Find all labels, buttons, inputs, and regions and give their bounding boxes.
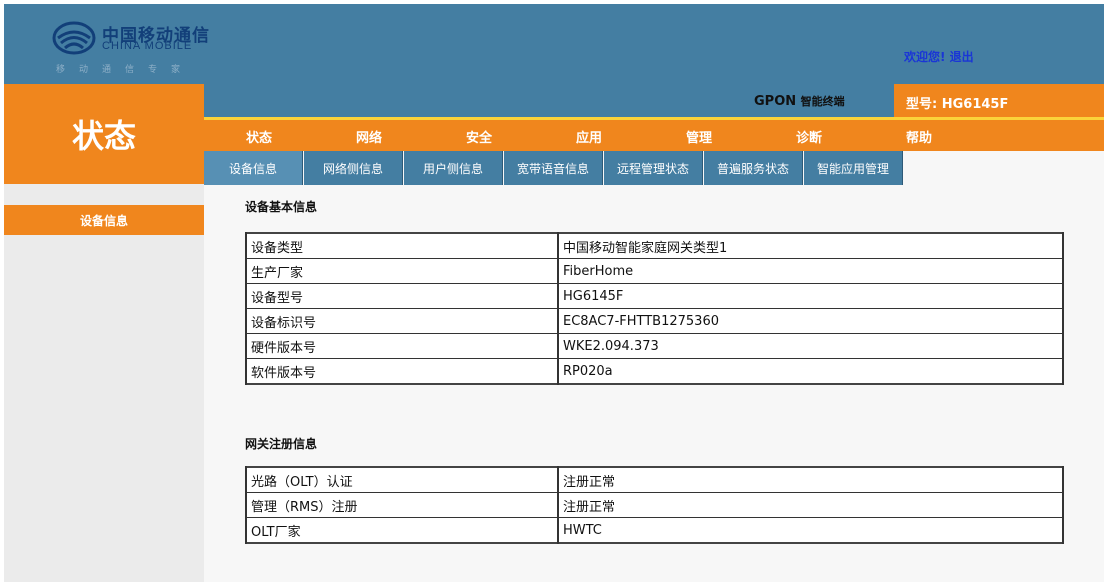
subtab-user-side-info[interactable]: 用户侧信息: [404, 151, 503, 185]
subtab-remote-management-status[interactable]: 远程管理状态: [604, 151, 703, 185]
gpon-suffix: 智能终端: [800, 95, 845, 108]
device-model-value: HG6145F: [557, 283, 1064, 309]
device-model-label: 设备型号: [245, 283, 559, 309]
device-info-table: 设备类型 中国移动智能家庭网关类型1 生产厂家 FiberHome 设备型号 HG61…: [245, 232, 1064, 385]
nav-management[interactable]: 管理: [644, 127, 754, 146]
rms-registration-value: 注册正常: [557, 492, 1064, 518]
olt-vendor-label: OLT厂家: [245, 517, 559, 544]
model-label: 型号:: [906, 97, 938, 112]
table-row: 生产厂家 FiberHome: [245, 258, 1064, 284]
welcome-text: 欢迎您!: [904, 50, 946, 64]
china-mobile-logo: 中国移动通信 CHINA MOBILE 移动通信专家: [52, 18, 222, 78]
logo-slogan: 移动通信专家: [56, 65, 195, 75]
olt-auth-label: 光路（OLT）认证: [245, 466, 559, 493]
device-type-value: 中国移动智能家庭网关类型1: [557, 232, 1064, 259]
manufacturer-label: 生产厂家: [245, 258, 559, 284]
subtab-smart-app-management[interactable]: 智能应用管理: [804, 151, 903, 185]
manufacturer-value: FiberHome: [557, 258, 1064, 284]
main-content: 设备基本信息 设备类型 中国移动智能家庭网关类型1 生产厂家 FiberHome 设…: [204, 185, 1104, 582]
logout-link[interactable]: 退出: [950, 50, 974, 64]
software-version-label: 软件版本号: [245, 358, 559, 385]
model-text: 型号: HG6145F: [906, 93, 1008, 112]
table-row: 软件版本号 RP020a: [245, 358, 1064, 385]
device-info-title: 设备基本信息: [245, 200, 318, 214]
welcome-area: 欢迎您! 退出: [904, 48, 974, 65]
olt-auth-value: 注册正常: [557, 466, 1064, 493]
table-row: 设备型号 HG6145F: [245, 283, 1064, 309]
subtab-network-side-info[interactable]: 网络侧信息: [304, 151, 403, 185]
model-box: 型号: HG6145F: [894, 84, 1104, 117]
table-row: 管理（RMS）注册 注册正常: [245, 492, 1064, 518]
table-row: 光路（OLT）认证 注册正常: [245, 466, 1064, 493]
gpon-prefix: GPON: [754, 94, 797, 109]
subtab-universal-service-status[interactable]: 普遍服务状态: [704, 151, 803, 185]
table-row: 设备类型 中国移动智能家庭网关类型1: [245, 232, 1064, 259]
subtab-device-info[interactable]: 设备信息: [204, 151, 303, 185]
device-type-label: 设备类型: [245, 232, 559, 259]
device-id-label: 设备标识号: [245, 308, 559, 334]
table-row: OLT厂家 HWTC: [245, 517, 1064, 544]
router-admin-page: 中国移动通信 CHINA MOBILE 移动通信专家 欢迎您! 退出 状态 GP…: [4, 4, 1104, 582]
hardware-version-value: WKE2.094.373: [557, 333, 1064, 359]
device-id-value: EC8AC7-FHTTB1275360: [557, 308, 1064, 334]
china-mobile-logo-icon: [52, 21, 96, 55]
hardware-version-label: 硬件版本号: [245, 333, 559, 359]
olt-vendor-value: HWTC: [557, 517, 1064, 544]
nav-status[interactable]: 状态: [204, 127, 314, 146]
logo-english-text: CHINA MOBILE: [102, 40, 193, 52]
main-nav: 状态 网络 安全 应用 管理 诊断 帮助: [204, 120, 1104, 151]
header: 中国移动通信 CHINA MOBILE 移动通信专家 欢迎您! 退出: [4, 4, 1104, 84]
nav-security[interactable]: 安全: [424, 127, 534, 146]
subtab-broadband-voice-info[interactable]: 宽带语音信息: [504, 151, 603, 185]
registration-info-title: 网关注册信息: [245, 437, 318, 451]
nav-network[interactable]: 网络: [314, 127, 424, 146]
table-row: 设备标识号 EC8AC7-FHTTB1275360: [245, 308, 1064, 334]
nav-diagnosis[interactable]: 诊断: [754, 127, 864, 146]
subnav-filler: [904, 151, 1104, 185]
table-row: 硬件版本号 WKE2.094.373: [245, 333, 1064, 359]
nav-application[interactable]: 应用: [534, 127, 644, 146]
software-version-value: RP020a: [557, 358, 1064, 385]
gpon-label: GPON 智能终端: [754, 93, 845, 109]
model-value: HG6145F: [941, 97, 1009, 112]
sub-nav: 设备信息 网络侧信息 用户侧信息 宽带语音信息 远程管理状态 普遍服务状态 智能…: [204, 151, 904, 185]
sidebar: 设备信息: [4, 184, 204, 582]
device-info-bar: GPON 智能终端 型号: HG6145F: [204, 84, 1104, 117]
rms-registration-label: 管理（RMS）注册: [245, 492, 559, 518]
section-title-status: 状态: [4, 84, 204, 184]
sidebar-item-device-info[interactable]: 设备信息: [4, 205, 204, 235]
registration-info-table: 光路（OLT）认证 注册正常 管理（RMS）注册 注册正常 OLT厂家 HWTC: [245, 466, 1064, 544]
nav-help[interactable]: 帮助: [864, 127, 974, 146]
